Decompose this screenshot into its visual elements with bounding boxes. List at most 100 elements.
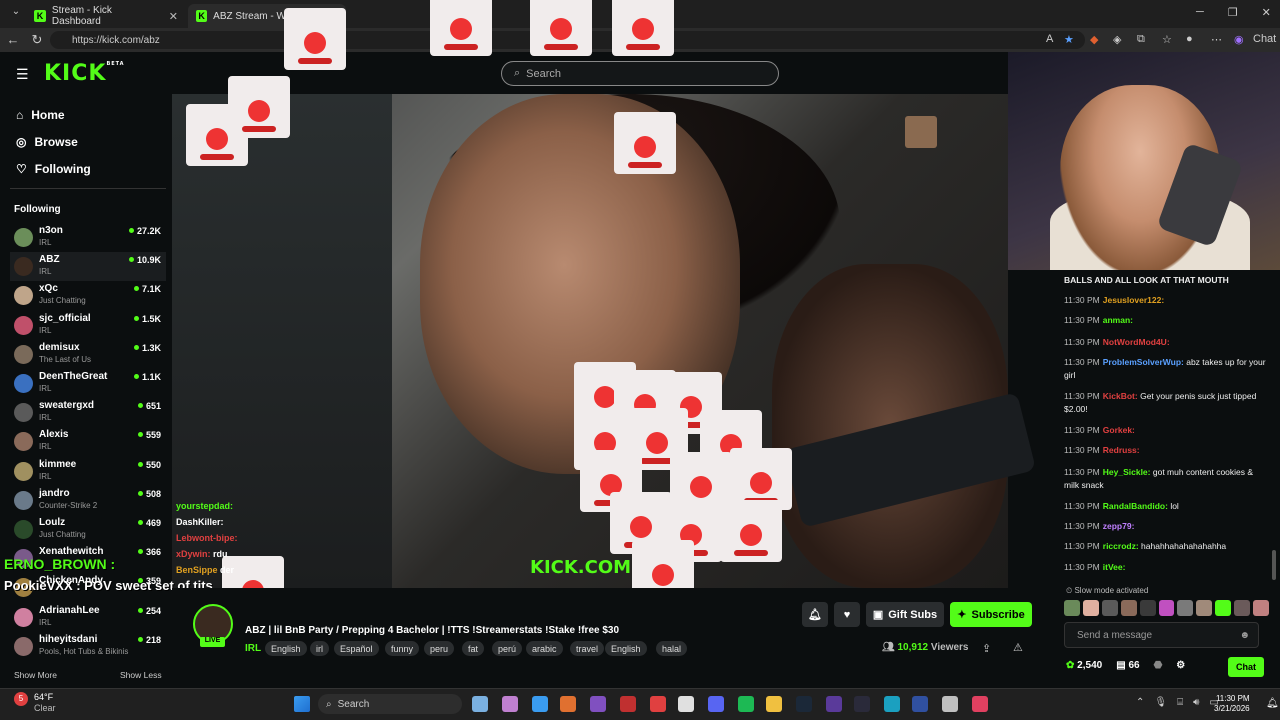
chat-username[interactable]: anman: bbox=[1103, 315, 1133, 325]
stream-tag[interactable]: Español bbox=[334, 641, 379, 656]
taskbar-app-icon[interactable] bbox=[620, 696, 636, 712]
chat-username[interactable]: Jesuslover122: bbox=[1103, 295, 1164, 305]
volume-icon[interactable]: 🔊︎ bbox=[1193, 697, 1199, 708]
emoji-picker-icon[interactable]: ☻ bbox=[1239, 630, 1250, 641]
taskbar-app-icon[interactable] bbox=[738, 696, 754, 712]
network-icon[interactable]: ⌸ bbox=[1177, 697, 1183, 708]
taskbar-app-icon[interactable] bbox=[650, 696, 666, 712]
taskbar-app-icon[interactable] bbox=[532, 696, 548, 712]
taskbar-app-icon[interactable] bbox=[826, 696, 842, 712]
emote-image[interactable] bbox=[1253, 600, 1269, 616]
taskbar-app-icon[interactable] bbox=[708, 696, 724, 712]
subscribe-button[interactable]: ✦ Subscribe bbox=[950, 602, 1032, 627]
stream-tag[interactable]: fat bbox=[462, 641, 485, 656]
emote-image[interactable] bbox=[1234, 600, 1251, 616]
following-channel-item[interactable]: sjc_official IRL 1.5K bbox=[10, 311, 166, 340]
back-icon[interactable]: ← bbox=[1, 32, 25, 47]
show-less-button[interactable]: Show Less bbox=[120, 670, 162, 680]
taskbar-app-icon[interactable] bbox=[972, 696, 988, 712]
report-icon[interactable]: ⚠ bbox=[1013, 641, 1023, 654]
following-channel-item[interactable]: Loulz Just Chatting 469 bbox=[10, 515, 166, 544]
emote-image[interactable] bbox=[1101, 600, 1118, 616]
tab-dashboard[interactable]: K Stream - Kick Dashboard ✕ bbox=[26, 4, 186, 28]
emote-image[interactable] bbox=[1064, 600, 1080, 616]
stream-tag[interactable]: English bbox=[605, 641, 647, 656]
taskbar-app-icon[interactable] bbox=[884, 696, 900, 712]
taskbar-app-icon[interactable] bbox=[796, 696, 812, 712]
microphone-icon[interactable]: 🎙︎ bbox=[1154, 697, 1167, 708]
chat-username[interactable]: NotWordMod4U: bbox=[1103, 337, 1170, 347]
following-channel-item[interactable]: xQc Just Chatting 7.1K bbox=[10, 281, 166, 310]
copilot-icon[interactable]: ◉ bbox=[1234, 33, 1244, 46]
nav-following[interactable]: ♡ Following bbox=[16, 162, 91, 176]
extension-icon[interactable]: ◆ bbox=[1090, 33, 1098, 46]
emote-image[interactable] bbox=[1120, 600, 1137, 616]
taskbar-app-icon[interactable] bbox=[590, 696, 606, 712]
rewards-icon[interactable]: ⬣ bbox=[1154, 660, 1163, 671]
following-channel-item[interactable]: AdrianahLee IRL 254 bbox=[10, 603, 166, 632]
extensions-puzzle-icon[interactable]: ⧉ bbox=[1137, 33, 1145, 46]
tray-overflow-icon[interactable]: ⌃ bbox=[1136, 697, 1144, 708]
taskbar-app-icon[interactable] bbox=[678, 696, 694, 712]
chat-username[interactable]: Gorkek: bbox=[1103, 425, 1135, 435]
taskbar-app-icon[interactable] bbox=[942, 696, 958, 712]
weather-widget[interactable]: 64°F Clear bbox=[34, 692, 56, 714]
share-icon[interactable]: ⇪ bbox=[982, 642, 991, 655]
favorites-icon[interactable]: ☆ bbox=[1162, 33, 1172, 46]
follow-button[interactable]: ♥ bbox=[834, 602, 860, 627]
emote-image[interactable] bbox=[1139, 600, 1156, 616]
chat-message-input[interactable]: Send a message ☻ bbox=[1064, 622, 1259, 648]
following-channel-item[interactable]: jandro Counter-Strike 2 508 bbox=[10, 486, 166, 515]
emote-image[interactable] bbox=[1215, 600, 1232, 616]
following-channel-item[interactable]: Alexis IRL 559 bbox=[10, 427, 166, 456]
search-input[interactable]: ⌕ Search bbox=[501, 61, 779, 86]
taskbar-search[interactable]: ⌕ Search bbox=[318, 694, 462, 714]
emote-image[interactable] bbox=[1196, 600, 1213, 616]
close-window-icon[interactable]: ✕ bbox=[1262, 6, 1271, 19]
chat-username[interactable]: Hey_Sickle: bbox=[1103, 467, 1151, 477]
restore-icon[interactable]: ❐ bbox=[1228, 6, 1238, 19]
stream-tag[interactable]: funny bbox=[385, 641, 420, 656]
copilot-chat-label[interactable]: Chat bbox=[1253, 33, 1276, 45]
settings-icon[interactable]: ⚙ bbox=[1176, 660, 1185, 671]
star-icon[interactable]: ★ bbox=[1064, 33, 1074, 46]
stream-tag[interactable]: perú bbox=[492, 641, 523, 656]
following-channel-item[interactable]: kimmee IRL 550 bbox=[10, 457, 166, 486]
minimize-icon[interactable]: ─ bbox=[1196, 6, 1204, 19]
taskbar-app-icon[interactable] bbox=[912, 696, 928, 712]
reload-icon[interactable]: ↻ bbox=[25, 32, 49, 48]
taskbar-app-icon[interactable] bbox=[766, 696, 782, 712]
following-channel-item[interactable]: ABZ IRL 10.9K bbox=[10, 252, 166, 282]
emote-image[interactable] bbox=[1082, 600, 1099, 616]
taskbar-app-icon[interactable] bbox=[560, 696, 576, 712]
chat-username[interactable]: zepp79: bbox=[1103, 521, 1135, 531]
more-menu-icon[interactable]: ⋯ bbox=[1211, 33, 1222, 46]
chat-scrollbar[interactable] bbox=[1272, 550, 1276, 580]
taskbar-app-icon[interactable] bbox=[502, 696, 518, 712]
notifications-icon[interactable]: 🔔︎ bbox=[1266, 698, 1279, 709]
extension-icon[interactable]: ◈ bbox=[1113, 33, 1121, 46]
gift-subs-button[interactable]: ▣ Gift Subs bbox=[866, 602, 944, 627]
stream-tag[interactable]: peru bbox=[424, 641, 455, 656]
close-tab-icon[interactable]: ✕ bbox=[169, 10, 178, 23]
send-chat-button[interactable]: Chat bbox=[1228, 657, 1264, 677]
chat-username[interactable]: Redruss: bbox=[1103, 445, 1140, 455]
gift-count[interactable]: ▤ 66 bbox=[1116, 660, 1139, 671]
chat-username[interactable]: riccrodz: bbox=[1103, 541, 1139, 551]
following-channel-item[interactable]: n3on IRL 27.2K bbox=[10, 223, 166, 252]
profile-icon[interactable]: ● bbox=[1186, 33, 1193, 45]
emote-image[interactable] bbox=[1177, 600, 1194, 616]
nav-browse[interactable]: ◎ Browse bbox=[16, 135, 78, 149]
following-channel-item[interactable]: hiheyitsdani Pools, Hot Tubs & Bikinis 2… bbox=[10, 632, 166, 661]
chat-username[interactable]: ProblemSolverWup: bbox=[1103, 357, 1184, 367]
stream-tag[interactable]: English bbox=[265, 641, 307, 656]
show-more-button[interactable]: Show More bbox=[14, 670, 57, 680]
taskbar-app-icon[interactable] bbox=[854, 696, 870, 712]
stream-category[interactable]: IRL bbox=[245, 643, 261, 654]
notification-button[interactable]: 🔔︎ bbox=[802, 602, 828, 627]
chat-username[interactable]: RandalBandido: bbox=[1103, 501, 1168, 511]
channel-points[interactable]: ✿ 2,540 bbox=[1066, 660, 1102, 671]
following-channel-item[interactable]: demisux The Last of Us 1.3K bbox=[10, 340, 166, 369]
kick-logo[interactable]: KICKBETA bbox=[44, 61, 125, 86]
stream-tag[interactable]: irl bbox=[310, 641, 329, 656]
